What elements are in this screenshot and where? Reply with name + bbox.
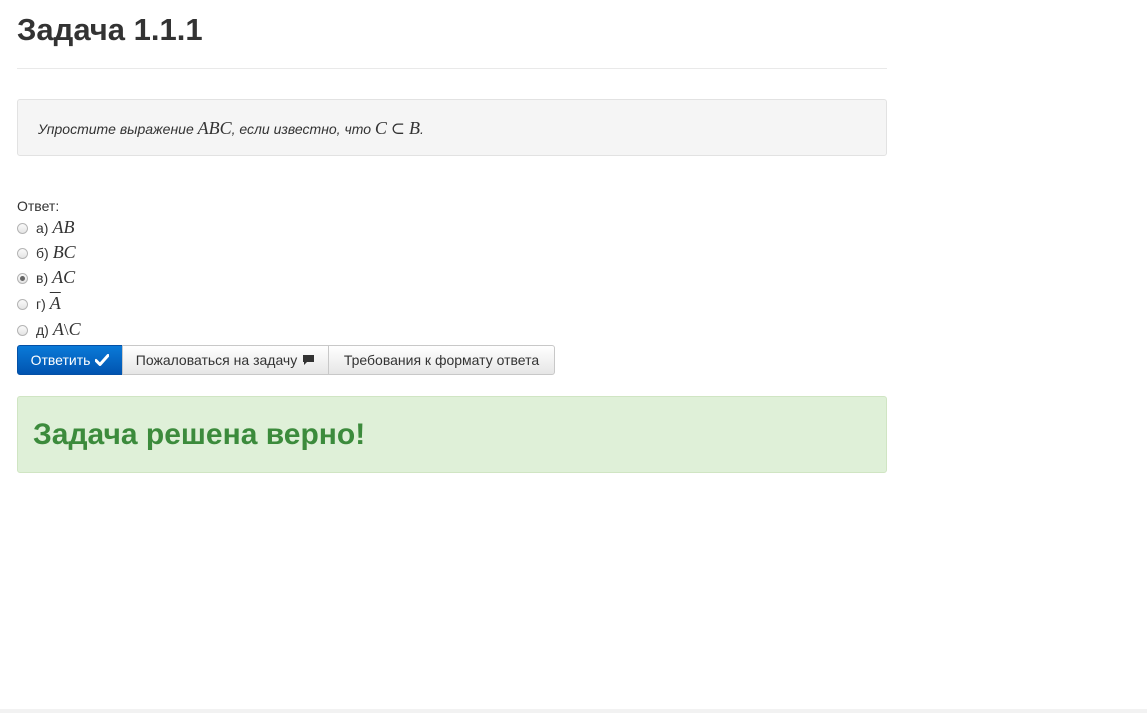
option-e-prefix: д) — [36, 321, 49, 338]
main-content: Задача 1.1.1 Упростите выражение ABC, ес… — [17, 0, 887, 473]
success-alert: Задача решена верно! — [17, 396, 887, 473]
submit-button[interactable]: Ответить — [17, 345, 123, 375]
problem-suffix: . — [419, 121, 424, 137]
answer-options: а) AB б) BC в) AC г) A д) A \ C — [17, 215, 887, 342]
problem-expression: ABC — [197, 118, 232, 138]
check-icon — [95, 354, 110, 366]
page-title: Задача 1.1.1 — [17, 12, 203, 47]
comment-icon — [302, 354, 315, 366]
option-c[interactable]: в) AC — [17, 265, 887, 290]
radio-option-b[interactable] — [17, 248, 28, 259]
subset-symbol: ⊂ — [390, 119, 406, 138]
option-a-prefix: а) — [36, 219, 49, 236]
radio-option-d[interactable] — [17, 299, 28, 310]
action-buttons: Ответить Пожаловаться на задачу Требован… — [17, 345, 887, 375]
submit-label: Ответить — [30, 352, 91, 368]
option-c-prefix: в) — [36, 269, 49, 286]
option-b[interactable]: б) BC — [17, 240, 887, 265]
condition-left: C — [374, 118, 387, 138]
option-c-math: AC — [52, 267, 76, 287]
option-e-math-left: A — [52, 319, 64, 339]
option-d[interactable]: г) A — [17, 290, 887, 317]
complain-button[interactable]: Пожаловаться на задачу — [122, 345, 329, 375]
option-e[interactable]: д) A \ C — [17, 317, 887, 342]
option-b-math: BC — [52, 242, 76, 262]
radio-option-e[interactable] — [17, 325, 28, 336]
option-d-math: A — [49, 293, 61, 313]
page: Задача 1.1.1 Упростите выражение ABC, ес… — [0, 0, 1147, 713]
option-a-math: AB — [52, 217, 75, 237]
answer-label: Ответ: — [17, 198, 60, 214]
option-e-math-right: C — [68, 319, 81, 339]
title-divider — [17, 68, 887, 69]
option-b-prefix: б) — [36, 244, 49, 261]
problem-statement: Упростите выражение ABC, если известно, … — [17, 99, 887, 156]
radio-option-c[interactable] — [17, 273, 28, 284]
complain-label: Пожаловаться на задачу — [135, 352, 298, 368]
format-requirements-label: Требования к формату ответа — [343, 352, 540, 368]
format-requirements-button[interactable]: Требования к формату ответа — [328, 345, 555, 375]
success-message: Задача решена верно! — [33, 417, 366, 451]
radio-option-a[interactable] — [17, 223, 28, 234]
bottom-bar — [0, 709, 1147, 713]
condition-right: B — [408, 118, 420, 138]
problem-prefix: Упростите выражение — [38, 121, 194, 137]
problem-middle: , если известно, что — [231, 121, 371, 137]
option-a[interactable]: а) AB — [17, 215, 887, 240]
option-d-prefix: г) — [36, 295, 46, 312]
